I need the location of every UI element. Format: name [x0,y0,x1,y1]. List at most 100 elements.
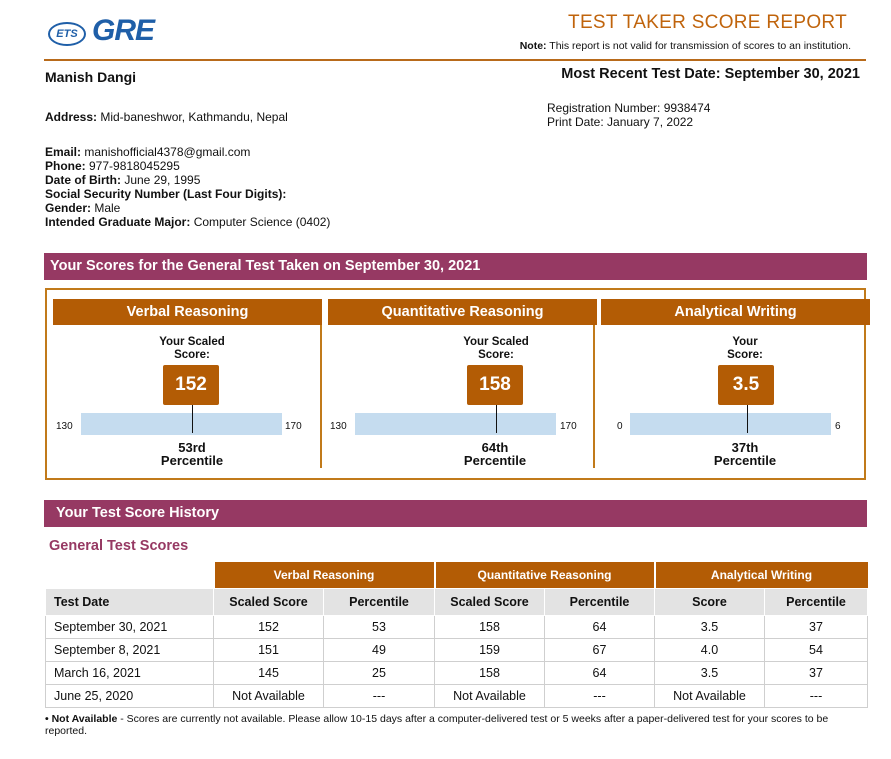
note-label: Note: [519,40,547,52]
score-history-table: Verbal Reasoning Quantitative Reasoning … [45,562,868,708]
table-cell: 145 [213,661,324,685]
gender-value: Male [91,201,121,215]
table-cell: 151 [213,638,324,662]
table-cell: Not Available [654,684,765,708]
dob-value: June 29, 1995 [121,173,201,187]
phone-label: Phone: [45,159,86,173]
report-note: Note: This report is not valid for trans… [520,40,851,52]
table-cell: 54 [764,638,868,662]
group-header: Analytical Writing [653,562,868,589]
score-label-line: Your Scaled [463,336,529,348]
writing-percentile: 37th Percentile [690,441,800,467]
verbal-score-marker [192,405,193,433]
major-value: Computer Science (0402) [190,215,331,229]
general-test-heading: Your Scores for the General Test Taken o… [44,253,867,280]
address-value: Mid-baneshwor, Kathmandu, Nepal [97,110,288,124]
most-recent-test-date: Most Recent Test Date: September 30, 202… [561,66,860,82]
score-label-line: Score: [478,349,514,361]
email-line: Email: manishofficial4378@gmail.com [45,145,330,159]
writing-min: 0 [617,421,623,432]
quant-percentile: 64th Percentile [440,441,550,467]
table-row: June 25, 2020 Not Available --- Not Avai… [45,684,868,708]
writing-score-label: Your Score: [695,336,795,362]
group-header: Verbal Reasoning [212,562,435,589]
table-cell: 4.0 [654,638,765,662]
group-header: Quantitative Reasoning [433,562,655,589]
table-cell: 67 [544,638,655,662]
contact-block: Email: manishofficial4378@gmail.com Phon… [45,145,330,229]
major-label: Intended Graduate Major: [45,215,191,229]
print-date: Print Date: January 7, 2022 [547,115,694,129]
writing-score-marker [747,405,748,433]
footnote-label: • Not Available [45,713,118,725]
table-cell: Not Available [434,684,545,708]
score-label-line: Score: [727,349,763,361]
quant-score: 158 [467,365,523,405]
major-line: Intended Graduate Major: Computer Scienc… [45,215,330,229]
column-divider [593,300,595,468]
table-cell: --- [323,684,435,708]
table-cell: Not Available [213,684,324,708]
ets-logo: ETS [48,22,86,46]
candidate-name: Manish Dangi [45,69,137,85]
report-title: TEST TAKER SCORE REPORT [568,12,847,33]
phone-line: Phone: 977-9818045295 [45,159,330,173]
address-line: Address: Mid-baneshwor, Kathmandu, Nepal [45,110,288,124]
table-row: September 8, 2021 151 49 159 67 4.0 54 [45,638,868,662]
registration-number: Registration Number: 9938474 [547,101,711,115]
ssn-label: Social Security Number (Last Four Digits… [45,187,287,201]
dob-line: Date of Birth: June 29, 1995 [45,173,330,187]
table-cell: 49 [323,638,435,662]
verbal-max: 170 [285,421,302,432]
verbal-min: 130 [56,421,73,432]
table-cell: 158 [434,661,545,685]
verbal-section-header: Verbal Reasoning [53,299,322,325]
column-header: Percentile [544,588,655,616]
header-divider [44,59,866,61]
quant-score-label: Your Scaled Score: [446,336,546,362]
email-value: manishofficial4378@gmail.com [81,145,251,159]
verbal-score: 152 [163,365,219,405]
dob-label: Date of Birth: [45,173,121,187]
footnote: • Not Available - Scores are currently n… [45,713,855,737]
table-cell: 3.5 [654,661,765,685]
table-row: September 30, 2021 152 53 158 64 3.5 37 [45,615,868,639]
table-cell: --- [544,684,655,708]
column-header: Scaled Score [434,588,545,616]
quant-min: 130 [330,421,347,432]
registration-block: Registration Number: 9938474 Print Date:… [547,101,710,129]
score-label-line: Score: [174,349,210,361]
percentile-word: Percentile [160,453,224,468]
table-cell: 64 [544,615,655,639]
table-cell: 37 [764,615,868,639]
column-divider [320,300,322,468]
table-cell: 37 [764,661,868,685]
gender-line: Gender: Male [45,201,330,215]
table-cell: September 8, 2021 [45,638,214,662]
quant-score-marker [496,405,497,433]
verbal-score-bar [81,413,282,435]
column-header: Percentile [764,588,868,616]
table-cell: September 30, 2021 [45,615,214,639]
table-cell: 159 [434,638,545,662]
email-label: Email: [45,145,82,159]
score-label-line: Your Scaled [159,336,225,348]
table-cell: 53 [323,615,435,639]
score-history-heading: Your Test Score History [44,500,867,527]
table-row: March 16, 2021 145 25 158 64 3.5 37 [45,661,868,685]
writing-score: 3.5 [718,365,774,405]
table-cell: --- [764,684,868,708]
writing-max: 6 [835,421,841,432]
ssn-line: Social Security Number (Last Four Digits… [45,187,330,201]
column-header: Percentile [323,588,435,616]
percentile-word: Percentile [713,453,777,468]
verbal-score-label: Your Scaled Score: [142,336,242,362]
table-cell: 158 [434,615,545,639]
address-label: Address: [45,110,98,124]
phone-value: 977-9818045295 [85,159,180,173]
quant-score-bar [355,413,556,435]
score-label-line: Your [732,336,758,348]
quant-section-header: Quantitative Reasoning [328,299,597,325]
table-cell: 25 [323,661,435,685]
verbal-percentile: 53rd Percentile [137,441,247,467]
